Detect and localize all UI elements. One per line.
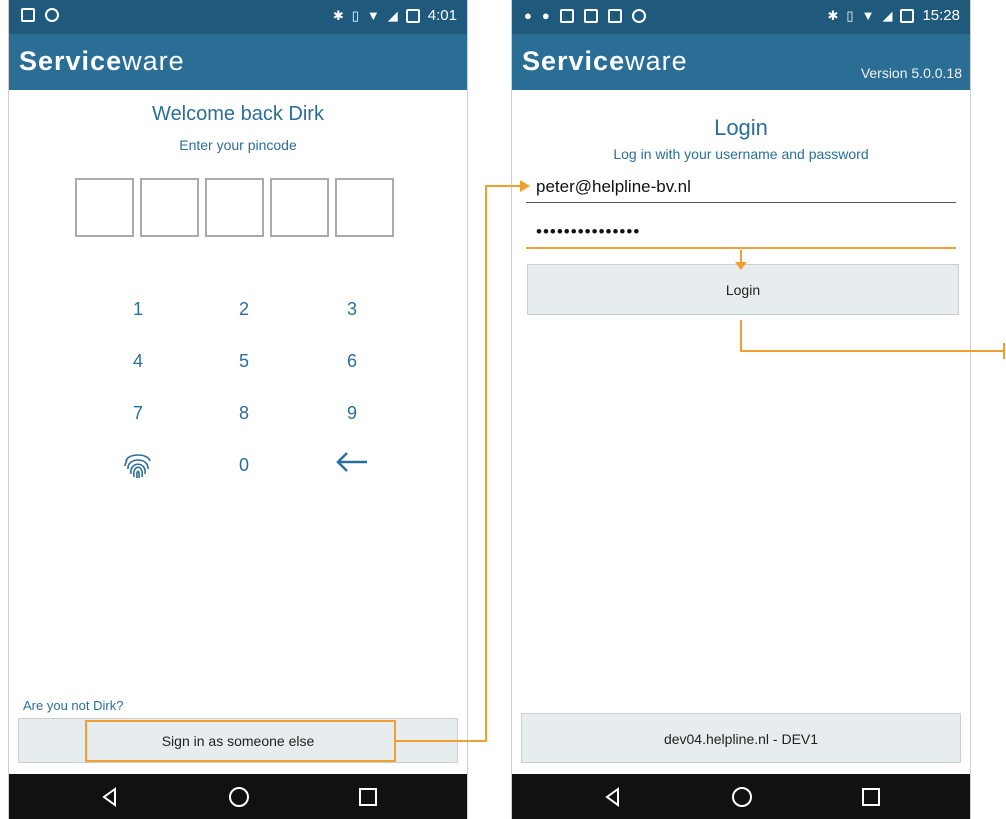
battery-icon [405, 8, 420, 23]
notification-icon: ● [524, 8, 532, 23]
pin-digit-box[interactable] [205, 178, 264, 237]
key-7[interactable]: 7 [108, 403, 168, 424]
welcome-heading: Welcome back Dirk [152, 103, 324, 125]
status-time: 15:28 [922, 7, 960, 24]
nav-bar [512, 774, 970, 819]
nav-bar [9, 774, 467, 819]
backspace-arrow-icon[interactable] [322, 450, 382, 474]
image-icon [559, 8, 574, 23]
vibrate-icon: ▯ [351, 7, 359, 23]
key-3[interactable]: 3 [322, 299, 382, 320]
bluetooth-icon: ✱ [332, 7, 344, 23]
brand-logo: Serviceware [19, 46, 185, 76]
back-icon[interactable] [600, 784, 626, 810]
app-bar: Serviceware Version 5.0.0.18 [512, 34, 970, 90]
sync-icon [631, 8, 646, 23]
username-field[interactable] [526, 172, 956, 202]
battery-icon [900, 8, 915, 23]
recents-icon[interactable] [858, 784, 884, 810]
brand-logo: Serviceware [522, 46, 688, 76]
screen-icon [583, 8, 598, 23]
fingerprint-icon[interactable] [108, 447, 168, 483]
download-icon [607, 8, 622, 23]
login-button[interactable]: Login [527, 264, 959, 315]
pin-digit-box[interactable] [140, 178, 199, 237]
login-instruction: Log in with your username and password [613, 146, 869, 162]
pin-screen: ✱ ▯ ▼ ◢ 4:01 Serviceware Welcome back Di… [8, 0, 468, 819]
key-8[interactable]: 8 [214, 403, 274, 424]
fingerprint-icon-graphic [124, 454, 151, 479]
vibrate-icon: ▯ [846, 7, 854, 23]
version-label: Version 5.0.0.18 [860, 65, 962, 81]
server-button[interactable]: dev04.helpline.nl - DEV1 [521, 713, 961, 763]
sync-icon [45, 8, 59, 22]
username-underline [526, 202, 956, 203]
notification-icon: ● [541, 8, 550, 23]
key-5[interactable]: 5 [214, 351, 274, 372]
pin-digit-box[interactable] [335, 178, 394, 237]
pin-instruction: Enter your pincode [179, 137, 297, 153]
key-0[interactable]: 0 [214, 455, 274, 476]
bluetooth-icon: ✱ [827, 7, 839, 23]
pin-digit-box[interactable] [75, 178, 134, 237]
login-screen: ● ● ✱ ▯ ▼ ◢ 15:28 Serviceware Version 5.… [511, 0, 971, 819]
back-icon[interactable] [97, 784, 123, 810]
wifi-icon: ▼ [861, 8, 875, 23]
download-icon [21, 8, 35, 22]
key-6[interactable]: 6 [322, 351, 382, 372]
sign-in-other-button[interactable]: Sign in as someone else [18, 718, 458, 763]
status-bar: ✱ ▯ ▼ ◢ 4:01 [9, 0, 467, 34]
status-bar: ● ● ✱ ▯ ▼ ◢ 15:28 [512, 0, 970, 34]
password-field[interactable] [526, 217, 956, 247]
home-icon[interactable] [729, 784, 755, 810]
backspace-arrow-graphic [336, 452, 367, 472]
pin-input-group[interactable] [75, 178, 394, 237]
key-9[interactable]: 9 [322, 403, 382, 424]
recents-icon[interactable] [355, 784, 381, 810]
key-4[interactable]: 4 [108, 351, 168, 372]
status-time: 4:01 [427, 7, 457, 24]
password-underline [526, 247, 956, 249]
wifi-icon: ▼ [366, 8, 380, 23]
home-icon[interactable] [226, 784, 252, 810]
signal-icon: ◢ [882, 7, 893, 23]
page-title: Login [714, 115, 768, 140]
key-1[interactable]: 1 [108, 299, 168, 320]
not-user-link[interactable]: Are you not Dirk? [23, 698, 123, 713]
app-bar: Serviceware [9, 34, 467, 90]
key-2[interactable]: 2 [214, 299, 274, 320]
signal-icon: ◢ [387, 7, 398, 23]
pin-digit-box[interactable] [270, 178, 329, 237]
